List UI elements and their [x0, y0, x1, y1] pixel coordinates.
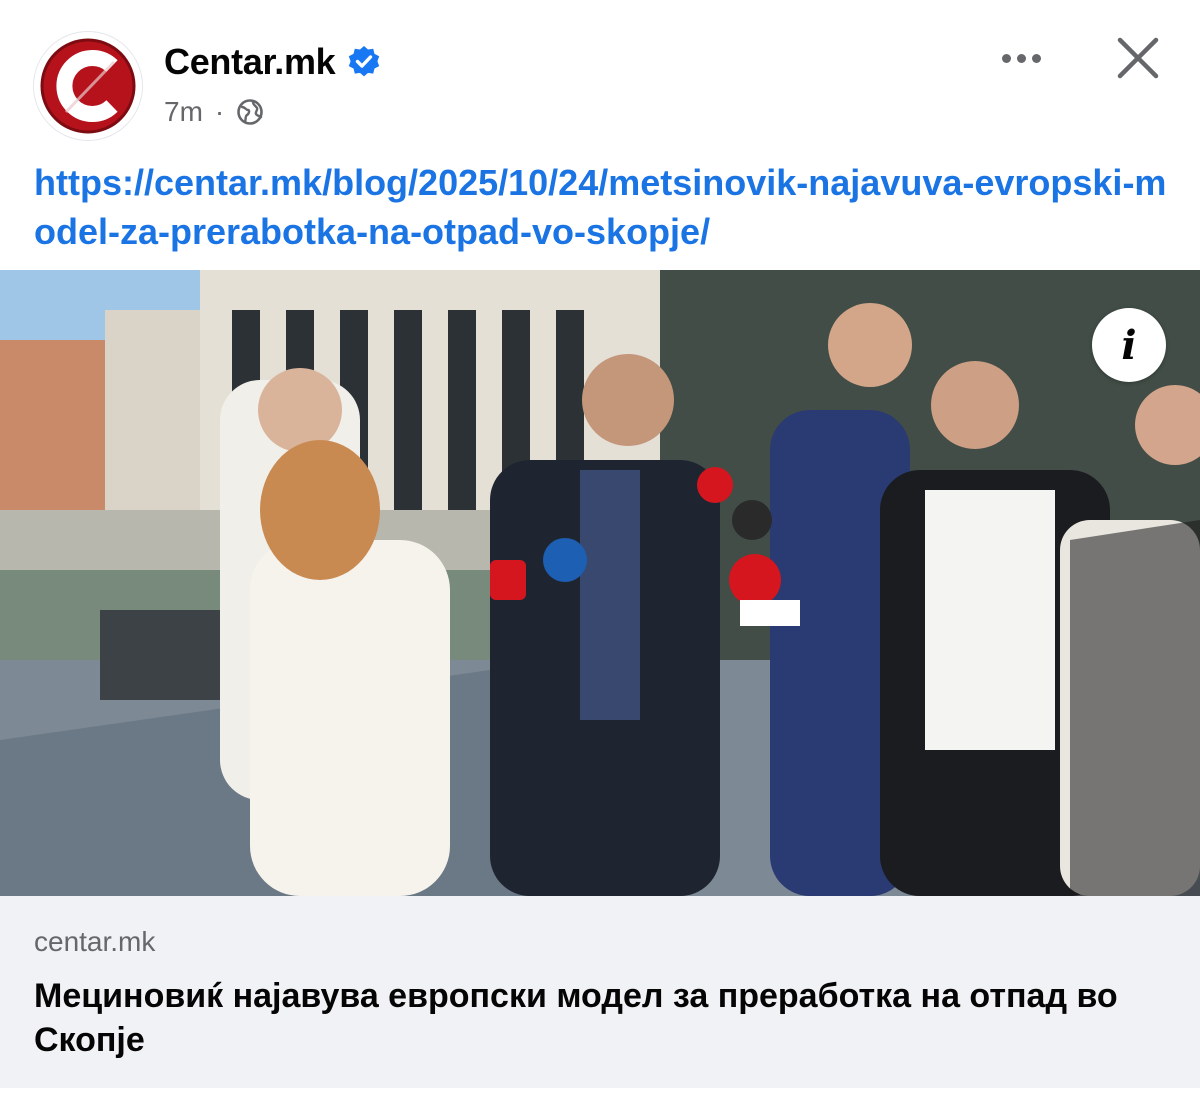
more-dot: [1001, 53, 1011, 63]
post-message: https://centar.mk/blog/2025/10/24/metsin…: [34, 158, 1174, 256]
page-name-row: Centar.mk: [164, 40, 381, 84]
more-dot: [1031, 53, 1041, 63]
more-dot: [1016, 53, 1026, 63]
link-domain: centar.mk: [34, 926, 156, 957]
post-timestamp[interactable]: 7m: [164, 96, 203, 128]
page-name[interactable]: Centar.mk: [164, 41, 336, 83]
meta-separator: ·: [214, 96, 225, 127]
close-icon: [1117, 37, 1159, 79]
press-conference-photo: [0, 270, 1200, 896]
globe-icon: [237, 99, 264, 125]
verified-badge-icon: [349, 46, 380, 77]
close-button[interactable]: [1110, 30, 1166, 86]
preview-image: i: [0, 270, 1200, 896]
link-title[interactable]: Мециновиќ најавува европски модел за пре…: [34, 974, 1174, 1062]
link-preview-card[interactable]: i centar.mk Мециновиќ најавува европски …: [0, 270, 1200, 1088]
info-button[interactable]: i: [1092, 308, 1166, 382]
post-header: Centar.mk 7m ·: [0, 0, 1200, 150]
centar-logo-icon: [34, 32, 142, 140]
post-meta: 7m ·: [164, 92, 264, 132]
more-options-button[interactable]: [990, 34, 1052, 82]
link-preview-footer: centar.mk Мециновиќ најавува европски мо…: [0, 896, 1200, 1088]
info-icon: i: [1121, 321, 1137, 369]
page-avatar[interactable]: [34, 32, 142, 140]
post-link[interactable]: https://centar.mk/blog/2025/10/24/metsin…: [34, 162, 1166, 252]
